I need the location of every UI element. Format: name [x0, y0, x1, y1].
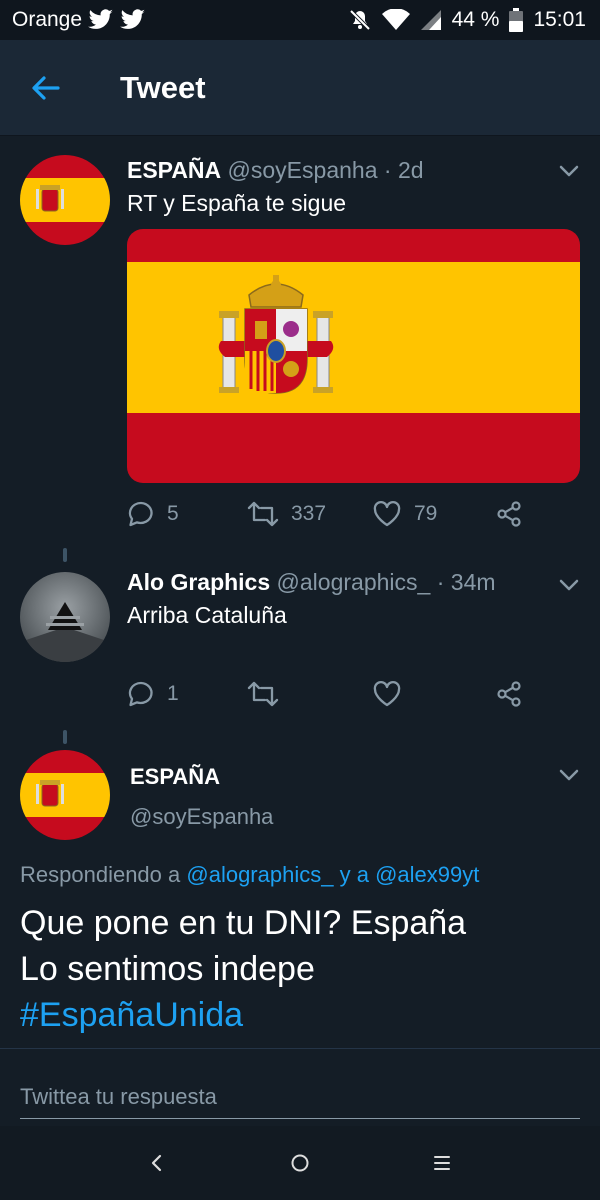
heart-icon — [373, 501, 401, 527]
twitter-notification-icon — [88, 9, 113, 29]
chevron-down-icon[interactable] — [558, 164, 580, 178]
tweet-actions: 1 — [127, 680, 557, 716]
notifications-muted-icon — [349, 9, 370, 31]
tweet-text: Arriba Cataluña — [127, 602, 287, 628]
tweet-header: ESPAÑA @soyEspanha · 2d — [127, 157, 424, 184]
mention-link[interactable]: @alographics_ — [186, 862, 333, 887]
user-handle[interactable]: @soyEspanha — [130, 804, 273, 830]
tweet-text: Que pone en tu DNI? España Lo sentimos i… — [20, 900, 466, 1038]
reply-button[interactable]: 1 — [127, 680, 179, 708]
status-bar: Orange 44 % 15:01 — [0, 0, 600, 40]
separator: · — [383, 157, 392, 183]
page-title: Tweet — [120, 70, 206, 105]
reply-input[interactable] — [20, 1075, 580, 1119]
nav-home-icon[interactable] — [285, 1148, 315, 1178]
signal-icon — [420, 10, 441, 30]
share-button[interactable] — [495, 680, 523, 708]
retweet-count: 337 — [291, 502, 327, 525]
chevron-down-icon[interactable] — [558, 768, 580, 782]
replying-to: Respondiendo a @alographics_ y a @alex99… — [20, 862, 479, 888]
nav-menu-icon[interactable] — [427, 1148, 457, 1178]
share-icon — [497, 501, 521, 527]
tweet-card[interactable]: ESPAÑA @soyEspanha · 2d RT y España te s… — [0, 136, 600, 546]
like-button[interactable] — [372, 680, 402, 708]
spain-flag-avatar-icon — [20, 155, 110, 245]
retweet-icon — [247, 681, 279, 707]
timestamp[interactable]: 2d — [398, 157, 424, 183]
display-name[interactable]: ESPAÑA — [127, 157, 221, 183]
display-name[interactable]: ESPAÑA — [130, 764, 220, 790]
thread-connector — [63, 730, 67, 744]
hashtag-link[interactable]: #EspañaUnida — [20, 992, 466, 1038]
replying-prefix: Respondiendo a — [20, 862, 181, 887]
user-handle[interactable]: @alographics_ — [277, 569, 431, 595]
tweet-text-line: Que pone en tu DNI? España — [20, 904, 467, 942]
avatar[interactable] — [20, 572, 110, 662]
tweet-text: RT y España te sigue — [127, 190, 347, 216]
share-icon — [497, 681, 521, 707]
reply-composer — [0, 1048, 600, 1126]
reply-count: 1 — [167, 682, 179, 705]
carrier-label: Orange — [12, 8, 83, 31]
nav-back-icon[interactable] — [142, 1148, 172, 1178]
app-bar: Tweet — [0, 40, 600, 136]
replying-conjunction[interactable]: y a — [340, 862, 369, 887]
reply-icon — [128, 681, 153, 707]
share-button[interactable] — [495, 500, 523, 528]
reply-icon — [128, 501, 153, 527]
spain-flag-avatar-icon — [20, 750, 110, 840]
like-count: 79 — [414, 502, 438, 525]
wifi-icon — [381, 9, 410, 30]
avatar[interactable] — [20, 750, 110, 840]
clock: 15:01 — [533, 8, 586, 31]
battery-icon — [509, 8, 524, 32]
display-name[interactable]: Alo Graphics — [127, 569, 270, 595]
reply-count: 5 — [167, 502, 179, 525]
tweet-actions: 5 337 79 — [127, 500, 557, 536]
separator: · — [436, 569, 445, 595]
tweet-card[interactable]: Alo Graphics @alographics_ · 34m Arriba … — [0, 560, 600, 730]
tweet-image[interactable] — [127, 229, 580, 483]
retweet-button[interactable]: 337 — [247, 500, 326, 528]
avatar[interactable] — [20, 155, 110, 245]
user-handle[interactable]: @soyEspanha — [228, 157, 378, 183]
tweet-text-line: Lo sentimos indepe — [20, 950, 315, 988]
like-button[interactable]: 79 — [372, 500, 437, 528]
retweet-icon — [247, 501, 279, 527]
mention-link[interactable]: @alex99yt — [375, 862, 479, 887]
twitter-notification-icon — [120, 9, 145, 29]
alo-graphics-avatar-icon — [20, 572, 110, 662]
back-arrow-icon[interactable] — [28, 70, 64, 106]
reply-button[interactable]: 5 — [127, 500, 179, 528]
spain-flag-image — [127, 229, 580, 483]
timestamp[interactable]: 34m — [451, 569, 496, 595]
system-nav-bar — [0, 1126, 600, 1200]
tweet-header: Alo Graphics @alographics_ · 34m — [127, 569, 496, 596]
chevron-down-icon[interactable] — [558, 578, 580, 592]
heart-icon — [373, 681, 401, 707]
battery-percent: 44 % — [451, 8, 500, 31]
retweet-button[interactable] — [247, 680, 279, 708]
